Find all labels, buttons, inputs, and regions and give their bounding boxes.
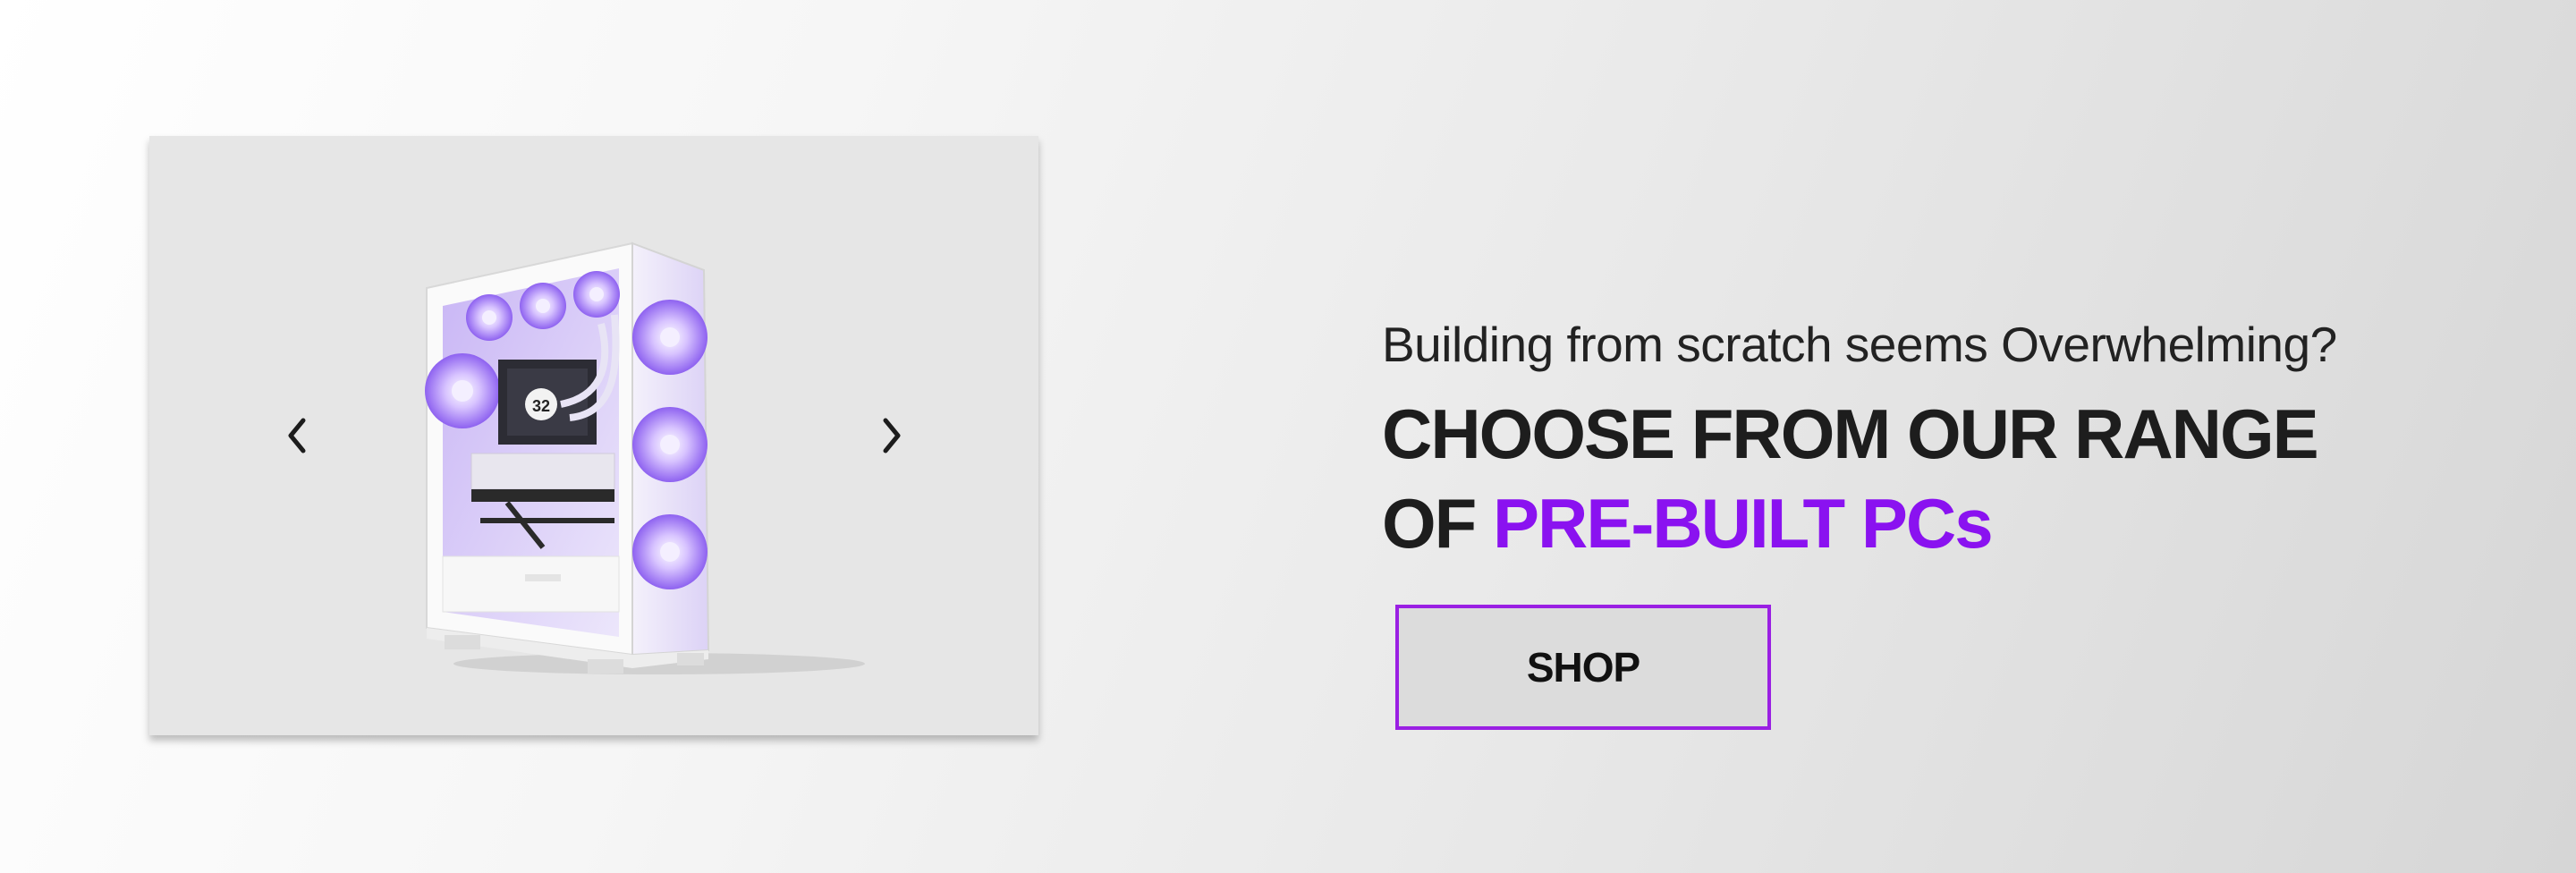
headline-line-1: CHOOSE FROM OUR RANGE bbox=[1382, 394, 2319, 473]
chevron-left-icon bbox=[288, 418, 306, 453]
promo-subheading: Building from scratch seems Overwhelming… bbox=[1382, 317, 2337, 372]
shop-button[interactable]: SHOP bbox=[1395, 605, 1771, 730]
headline-line-2: OF PRE-BUILT PCs bbox=[1382, 479, 2500, 568]
product-carousel: 32 bbox=[149, 136, 1038, 735]
carousel-next-button[interactable] bbox=[865, 404, 919, 467]
chevron-right-icon bbox=[883, 418, 901, 453]
promo-copy: Building from scratch seems Overwhelming… bbox=[1382, 309, 2500, 568]
pump-display-value: 32 bbox=[532, 397, 550, 415]
hero-banner: 32 Building from scratch seems Overwhelm… bbox=[0, 0, 2576, 873]
pc-case-image: 32 bbox=[425, 242, 865, 674]
headline-accent: PRE-BUILT PCs bbox=[1493, 484, 1994, 563]
headline-line-2-prefix: OF bbox=[1382, 484, 1493, 563]
carousel-prev-button[interactable] bbox=[270, 404, 324, 467]
promo-headline: CHOOSE FROM OUR RANGE OF PRE-BUILT PCs bbox=[1382, 389, 2500, 568]
